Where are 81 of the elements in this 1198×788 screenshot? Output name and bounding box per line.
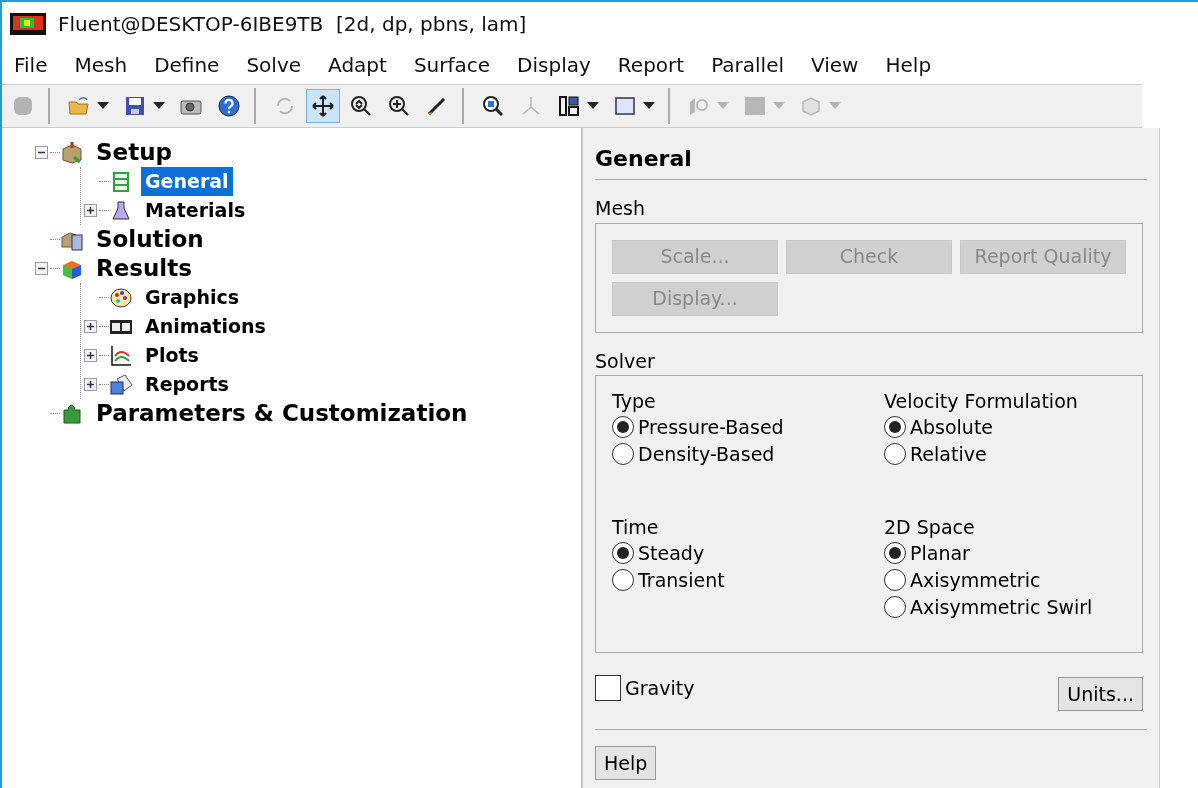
group-label: Type — [612, 390, 657, 414]
radio-label: Steady — [638, 540, 705, 566]
section-label: Solver — [595, 348, 656, 374]
menu-item[interactable]: Define — [150, 50, 224, 80]
caret-icon — [153, 102, 165, 110]
radio-label: Axisymmetric Swirl — [910, 594, 1093, 620]
layout-icon — [557, 94, 581, 118]
group-label: Time — [612, 515, 660, 540]
flask-icon — [109, 198, 133, 223]
menu-item[interactable]: Adapt — [324, 50, 391, 80]
menu-item[interactable]: Parallel — [707, 50, 788, 80]
menu-item[interactable]: Surface — [409, 50, 495, 80]
radio-button[interactable] — [612, 568, 634, 591]
radio-label: Density-Based — [638, 442, 775, 467]
group-label: 2D Space — [884, 515, 976, 540]
window-title: Fluent@DESKTOP-6IBE9TB [2d, dp, pbns, lam] — [58, 11, 527, 38]
square-icon — [743, 94, 767, 118]
radio-button[interactable] — [612, 416, 634, 439]
zoom-icon — [349, 94, 373, 118]
tree-item[interactable]: Graphics — [141, 283, 243, 312]
expand-icon[interactable] — [83, 204, 97, 217]
menu-item[interactable]: Report — [613, 50, 689, 80]
collapse-icon[interactable] — [34, 146, 48, 159]
folder-icon — [67, 94, 91, 118]
collapse-icon[interactable] — [34, 262, 48, 275]
expand-icon[interactable] — [83, 349, 97, 362]
caret-icon — [643, 102, 655, 110]
shape-icon — [11, 94, 35, 118]
radio-button[interactable] — [884, 443, 906, 466]
radio-label: Planar — [910, 540, 970, 566]
radio-button[interactable] — [612, 443, 634, 466]
help-button[interactable]: Help — [595, 746, 657, 780]
radio-label: Relative — [910, 442, 987, 467]
toolbar-button[interactable] — [306, 89, 340, 123]
tree-item[interactable]: Plots — [141, 341, 203, 370]
tree-item[interactable]: Materials — [141, 196, 250, 225]
group-label: Velocity Formulation — [884, 390, 1079, 414]
caret-icon — [773, 102, 785, 110]
box-icon — [60, 140, 84, 165]
radio-button[interactable] — [612, 541, 634, 564]
zoom-in-icon — [387, 94, 411, 118]
tree-item[interactable]: Animations — [141, 312, 270, 341]
floppy-icon — [123, 94, 147, 118]
expand-icon[interactable] — [83, 320, 97, 333]
report-icon — [109, 372, 133, 397]
caret-icon — [717, 102, 729, 110]
background-icon — [613, 94, 637, 118]
menu-item[interactable]: Mesh — [70, 50, 132, 80]
move-icon — [311, 94, 335, 118]
cube-icon — [799, 94, 823, 118]
radio-label: Transient — [638, 567, 725, 593]
caret-icon — [587, 102, 599, 110]
radio-button[interactable] — [884, 416, 906, 439]
plot-icon — [109, 343, 133, 368]
palette-icon — [109, 285, 133, 310]
tree-item[interactable]: Reports — [141, 370, 233, 399]
caret-icon — [97, 102, 109, 110]
help-icon — [217, 94, 241, 118]
checkbox-label: Gravity — [625, 675, 695, 701]
section-label: Mesh — [595, 196, 647, 221]
menu-item[interactable]: Solve — [242, 50, 306, 80]
menu-item[interactable]: File — [10, 50, 52, 80]
tree-item[interactable]: Parameters & Customization — [92, 396, 472, 431]
app-icon — [10, 13, 46, 35]
radio-button[interactable] — [884, 541, 906, 564]
panel-title: General — [595, 142, 1147, 180]
checkbox[interactable] — [595, 675, 621, 701]
tree-item[interactable]: General — [141, 167, 233, 196]
radio-button[interactable] — [884, 595, 906, 618]
expand-icon[interactable] — [83, 378, 97, 391]
tree-item[interactable]: Setup — [92, 135, 176, 170]
radio-label: Axisymmetric — [910, 567, 1041, 593]
radio-label: Pressure-Based — [638, 415, 784, 440]
caret-icon — [829, 102, 841, 110]
units-button[interactable]: Units... — [1058, 677, 1143, 711]
menu-item[interactable]: Display — [513, 50, 595, 80]
menu-item[interactable]: View — [807, 50, 863, 80]
radio-label: Absolute — [910, 415, 994, 440]
menu-item[interactable]: Help — [881, 50, 936, 80]
radio-button[interactable] — [884, 568, 906, 591]
magnifier-icon — [481, 94, 505, 118]
